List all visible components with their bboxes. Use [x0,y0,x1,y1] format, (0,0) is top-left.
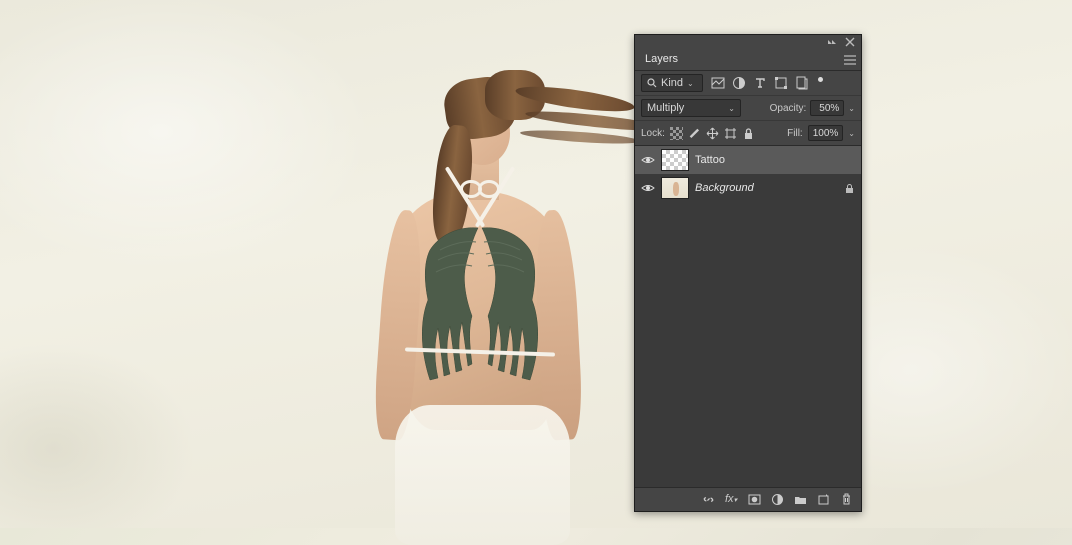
blend-mode-select[interactable]: Multiply ⌄ [641,99,741,117]
layer-row[interactable]: Background [635,174,861,202]
layer-thumbnail[interactable] [661,149,689,171]
visibility-icon[interactable] [641,181,655,195]
layer-name[interactable]: Tattoo [695,154,855,166]
search-icon [647,78,657,88]
filter-pixel-icon[interactable] [711,76,725,90]
group-icon[interactable] [794,493,807,506]
lock-pixels-icon[interactable] [688,127,701,140]
layer-name[interactable]: Background [695,182,838,194]
filter-smartobject-icon[interactable] [795,76,809,90]
layers-panel: Layers Kind ⌄ Multiply ⌄ Opacity: 50% ⌄ [634,34,862,512]
lock-position-icon[interactable] [706,127,719,140]
chevron-down-icon[interactable]: ⌄ [848,104,855,113]
new-layer-icon[interactable] [817,493,830,506]
filter-indicator-dot [818,77,823,82]
filter-type-icon[interactable] [753,76,767,90]
lock-icon [844,183,855,194]
filter-kind-label: Kind [661,77,683,89]
lock-transparency-icon[interactable] [670,127,683,140]
opacity-label: Opacity: [770,103,807,114]
lock-artboard-icon[interactable] [724,127,737,140]
layer-thumbnail[interactable] [661,177,689,199]
chevron-down-icon[interactable]: ⌄ [848,129,855,138]
lock-label: Lock: [641,128,665,139]
collapse-icon[interactable] [827,37,837,47]
adjustment-layer-icon[interactable] [771,493,784,506]
fill-label: Fill: [787,128,803,139]
layers-list: Tattoo Background [635,146,861,487]
layer-mask-icon[interactable] [748,493,761,506]
layer-style-icon[interactable]: fx▾ [725,493,738,506]
filter-shape-icon[interactable] [774,76,788,90]
filter-kind-select[interactable]: Kind ⌄ [641,74,703,92]
delete-layer-icon[interactable] [840,493,853,506]
filter-adjustment-icon[interactable] [732,76,746,90]
chevron-down-icon: ⌄ [728,104,735,113]
panel-menu-icon[interactable] [843,49,857,71]
canvas-artwork [340,60,610,530]
close-icon[interactable] [845,37,855,47]
opacity-input[interactable]: 50% [810,100,844,116]
visibility-icon[interactable] [641,153,655,167]
lock-all-icon[interactable] [742,127,755,140]
layer-row[interactable]: Tattoo [635,146,861,174]
link-layers-icon[interactable] [702,493,715,506]
fill-input[interactable]: 100% [808,125,844,141]
tab-layers[interactable]: Layers [635,49,688,70]
chevron-down-icon: ⌄ [687,79,694,88]
blend-mode-value: Multiply [647,102,724,114]
